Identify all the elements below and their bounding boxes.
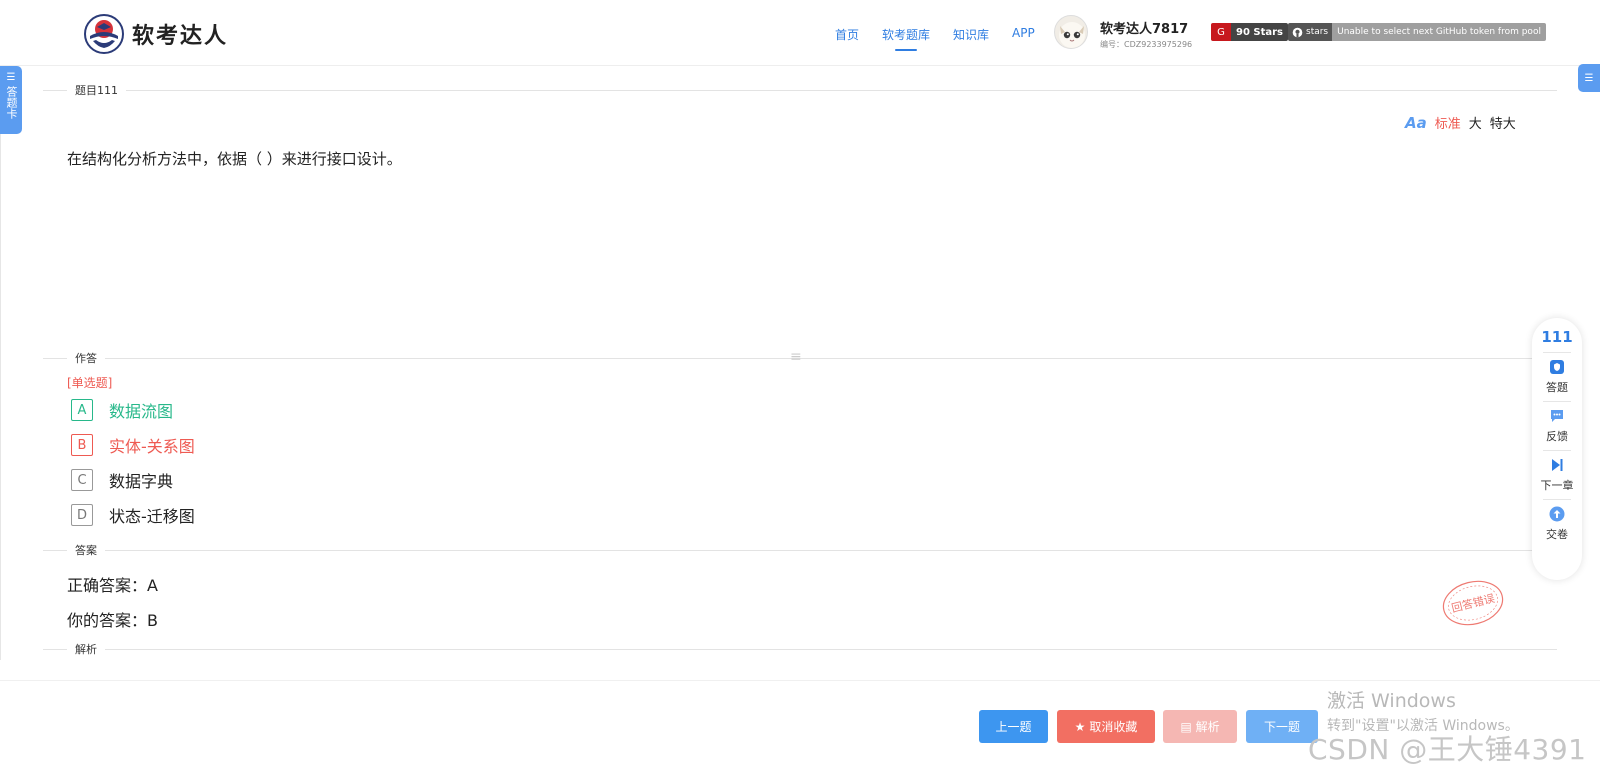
analysis-button-label: 解析 [1195,720,1220,734]
drag-handle-icon[interactable]: ≡ [790,350,808,364]
analysis-label: 解析 [67,641,105,657]
option-key: A [71,399,93,421]
chat-icon [1549,408,1565,424]
next-chapter-action[interactable]: 下一章 [1541,457,1574,493]
option-b[interactable]: B 实体-关系图 [71,433,195,457]
question-title-divider: 题目111 [43,82,1557,98]
next-question-label: 下一题 [1263,720,1300,734]
font-size-standard[interactable]: 标准 [1435,113,1461,132]
option-c[interactable]: C 数据字典 [71,468,173,492]
top-header: 软考达人 首页 软考题库 知识库 APP 软考达人7817 编号：CDZ9233… [0,0,1600,66]
answer-area-label: 作答 [67,350,105,366]
site-logo[interactable]: 软考达人 [84,14,228,54]
analysis-button[interactable]: ▤ 解析 [1163,710,1237,743]
feedback-action-label: 反馈 [1546,430,1568,443]
menu-icon: ☰ [1584,72,1594,84]
option-key: C [71,469,93,491]
cat-avatar-icon [1059,22,1085,48]
user-id: 编号：CDZ9233975296 [1100,40,1193,49]
shield-icon [1549,359,1565,375]
nav-home[interactable]: 首页 [835,26,859,43]
option-key: D [71,504,93,526]
prev-question-label: 上一题 [995,720,1032,734]
question-text: 在结构化分析方法中，依据（ ）来进行接口设计。 [67,150,402,168]
csdn-watermark: CSDN @王大锤4391 [1308,733,1587,766]
option-text: 数据流图 [109,402,174,421]
option-a[interactable]: A 数据流图 [71,398,173,422]
question-type: [单选题] [67,376,113,390]
answer-action[interactable]: 答题 [1546,359,1568,395]
main-nav: 首页 软考题库 知识库 APP [835,26,1058,43]
option-d[interactable]: D 状态-迁移图 [71,503,195,527]
answer-card-label: 答题卡 [5,86,18,119]
prev-question-button[interactable]: 上一题 [979,710,1048,743]
gitee-stars-count: 90 Stars [1231,23,1289,41]
avatar[interactable] [1054,15,1088,49]
answer-card-tab[interactable]: ☰ 答题卡 [0,66,22,134]
wrong-answer-stamp: 回答错误 [1442,580,1504,626]
option-key: B [71,434,93,456]
correct-answer: 正确答案：A [67,576,158,595]
unfavorite-button[interactable]: ★ 取消收藏 [1057,710,1155,743]
github-icon [1292,27,1303,37]
submit-paper-label: 交卷 [1546,528,1568,541]
option-text: 实体-关系图 [109,437,195,456]
github-stars-message: Unable to select next GitHub token from … [1332,23,1546,41]
answer-action-label: 答题 [1546,381,1568,394]
left-border [0,66,1,660]
github-stars-label: stars [1306,27,1329,37]
font-size-large[interactable]: 大 [1469,113,1482,132]
your-answer: 你的答案：B [67,611,158,630]
gitee-icon: G [1211,23,1231,41]
logo-text: 软考达人 [132,24,229,49]
star-icon: ★ [1074,719,1086,734]
next-chapter-label: 下一章 [1540,479,1574,492]
skip-next-icon [1549,457,1565,473]
feedback-action[interactable]: 反馈 [1546,408,1568,444]
submit-paper-action[interactable]: 交卷 [1546,506,1568,542]
answer-divider: 答案 [43,542,1557,558]
question-title: 题目111 [67,82,126,98]
font-size-icon: Aa [1405,113,1427,132]
option-text: 数据字典 [109,472,174,491]
svg-text:回答错误: 回答错误 [1450,591,1496,615]
upload-icon [1549,506,1565,522]
nav-question-bank[interactable]: 软考题库 [882,26,930,43]
nav-app[interactable]: APP [1012,26,1035,43]
analysis-divider: 解析 [43,641,1557,657]
unfavorite-label: 取消收藏 [1089,720,1138,734]
font-size-xlarge[interactable]: 特大 [1490,113,1516,132]
github-stars-badge[interactable]: stars Unable to select next GitHub token… [1288,23,1546,41]
gitee-stars-badge[interactable]: G 90 Stars [1211,23,1289,41]
quick-action-panel: 111 答题 反馈 下一章 交卷 [1532,318,1582,580]
menu-icon: ☰ [6,72,16,83]
font-size-selector: Aa 标准 大 特大 [1405,113,1516,133]
right-menu-tab[interactable]: ☰ [1578,64,1600,92]
user-name[interactable]: 软考达人7817 [1100,18,1188,37]
answer-label: 答案 [67,542,105,558]
logo-icon [84,14,124,54]
option-text: 状态-迁移图 [109,507,195,526]
question-number[interactable]: 111 [1541,328,1572,346]
document-icon: ▤ [1180,719,1192,734]
nav-knowledge-base[interactable]: 知识库 [953,26,989,43]
watermark-line1: 激活 Windows [1327,690,1456,712]
